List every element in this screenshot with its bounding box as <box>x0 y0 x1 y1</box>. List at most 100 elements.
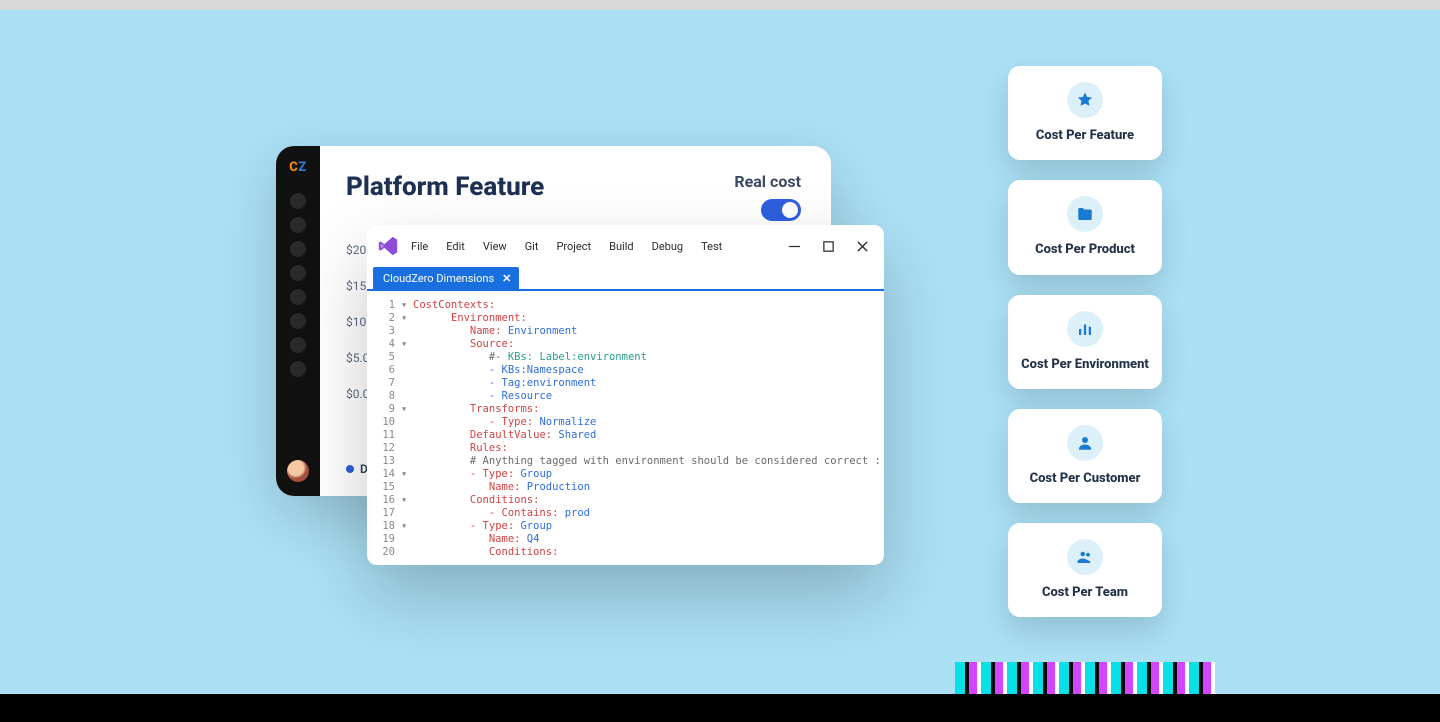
tab-close-icon[interactable]: ✕ <box>502 272 511 285</box>
code-editor[interactable]: 1▾CostContexts:2▾ Environment:3 Name: En… <box>367 293 884 565</box>
sidebar-nav-dot[interactable] <box>290 313 306 329</box>
fold-toggle-icon <box>401 351 413 364</box>
menu-build[interactable]: Build <box>609 240 633 253</box>
code-line: 7 - Tag:environment <box>367 377 884 390</box>
code-line: 13 # Anything tagged with environment sh… <box>367 455 884 468</box>
sidebar-nav-dot[interactable] <box>290 289 306 305</box>
metric-card[interactable]: Cost Per Customer <box>1008 409 1162 503</box>
star-icon <box>1067 82 1103 118</box>
code-content: CostContexts: <box>413 299 495 312</box>
chart-icon <box>1067 311 1103 347</box>
tab-bar: CloudZero Dimensions ✕ <box>367 267 884 291</box>
fold-toggle-icon <box>401 481 413 494</box>
fold-toggle-icon[interactable]: ▾ <box>401 403 413 416</box>
line-number: 4 <box>367 338 401 351</box>
minimize-button[interactable] <box>786 238 802 254</box>
line-number: 1 <box>367 299 401 312</box>
sidebar-nav-dot[interactable] <box>290 337 306 353</box>
menu-file[interactable]: File <box>411 240 428 253</box>
code-content: - Contains: prod <box>413 507 590 520</box>
line-number: 2 <box>367 312 401 325</box>
fold-toggle-icon <box>401 390 413 403</box>
metric-label: Cost Per Environment <box>1018 357 1152 373</box>
top-strip <box>0 0 1440 10</box>
avatar[interactable] <box>287 460 309 482</box>
code-line: 20 Conditions: <box>367 546 884 559</box>
close-button[interactable] <box>854 238 870 254</box>
dashboard-title: Platform Feature <box>346 172 544 202</box>
code-content: Rules: <box>413 442 508 455</box>
code-line: 12 Rules: <box>367 442 884 455</box>
line-number: 9 <box>367 403 401 416</box>
fold-toggle-icon[interactable]: ▾ <box>401 468 413 481</box>
menu-debug[interactable]: Debug <box>652 240 683 253</box>
menu-git[interactable]: Git <box>525 240 539 253</box>
menu-test[interactable]: Test <box>701 240 722 253</box>
line-number: 18 <box>367 520 401 533</box>
visual-studio-icon <box>377 235 399 257</box>
code-line: 4▾ Source: <box>367 338 884 351</box>
code-content: #- KBs: Label:environment <box>413 351 647 364</box>
line-number: 12 <box>367 442 401 455</box>
line-number: 11 <box>367 429 401 442</box>
real-cost-label: Real cost <box>734 172 801 191</box>
sidebar-nav-dot[interactable] <box>290 361 306 377</box>
tab-cloudzero-dimensions[interactable]: CloudZero Dimensions ✕ <box>373 267 519 289</box>
code-content: Name: Production <box>413 481 590 494</box>
code-line: 6 - KBs:Namespace <box>367 364 884 377</box>
code-content: - KBs:Namespace <box>413 364 584 377</box>
fold-toggle-icon <box>401 325 413 338</box>
code-content: # Anything tagged with environment shoul… <box>413 455 881 468</box>
maximize-button[interactable] <box>820 238 836 254</box>
fold-toggle-icon <box>401 546 413 559</box>
fold-toggle-icon[interactable]: ▾ <box>401 520 413 533</box>
fold-toggle-icon <box>401 507 413 520</box>
sidebar-nav-dot[interactable] <box>290 241 306 257</box>
line-number: 5 <box>367 351 401 364</box>
fold-toggle-icon[interactable]: ▾ <box>401 312 413 325</box>
window-controls <box>786 238 870 254</box>
metric-card[interactable]: Cost Per Environment <box>1008 295 1162 389</box>
real-cost-toggle[interactable] <box>761 199 801 221</box>
line-number: 7 <box>367 377 401 390</box>
sidebar-nav-dot[interactable] <box>290 265 306 281</box>
code-content: Environment: <box>413 312 527 325</box>
metric-card[interactable]: Cost Per Team <box>1008 523 1162 617</box>
folder-icon <box>1067 196 1103 232</box>
code-line: 10 - Type: Normalize <box>367 416 884 429</box>
sidebar-nav-dot[interactable] <box>290 217 306 233</box>
dashboard-sidebar: CZ <box>276 146 320 496</box>
code-content: - Type: Normalize <box>413 416 596 429</box>
code-line: 5 #- KBs: Label:environment <box>367 351 884 364</box>
line-number: 17 <box>367 507 401 520</box>
code-window: File Edit View Git Project Build Debug T… <box>367 225 884 565</box>
fold-toggle-icon[interactable]: ▾ <box>401 338 413 351</box>
code-line: 18▾ - Type: Group <box>367 520 884 533</box>
fold-toggle-icon[interactable]: ▾ <box>401 299 413 312</box>
menu-project[interactable]: Project <box>556 240 591 253</box>
code-content: Transforms: <box>413 403 539 416</box>
metric-card[interactable]: Cost Per Feature <box>1008 66 1162 160</box>
code-line: 9▾ Transforms: <box>367 403 884 416</box>
person-icon <box>1067 425 1103 461</box>
menu-edit[interactable]: Edit <box>446 240 465 253</box>
sidebar-nav-dot[interactable] <box>290 193 306 209</box>
code-content: Conditions: <box>413 546 558 559</box>
bottom-strip <box>0 694 1440 722</box>
fold-toggle-icon <box>401 533 413 546</box>
fold-toggle-icon[interactable]: ▾ <box>401 494 413 507</box>
fold-toggle-icon <box>401 442 413 455</box>
code-content: - Type: Group <box>413 520 552 533</box>
line-number: 14 <box>367 468 401 481</box>
metric-card[interactable]: Cost Per Product <box>1008 180 1162 274</box>
code-line: 15 Name: Production <box>367 481 884 494</box>
tab-label: CloudZero Dimensions <box>383 272 494 285</box>
code-line: 8 - Resource <box>367 390 884 403</box>
fold-toggle-icon <box>401 377 413 390</box>
code-content: Conditions: <box>413 494 539 507</box>
fold-toggle-icon <box>401 429 413 442</box>
code-content: - Type: Group <box>413 468 552 481</box>
menu-view[interactable]: View <box>483 240 507 253</box>
metric-label: Cost Per Team <box>1018 585 1152 601</box>
line-number: 15 <box>367 481 401 494</box>
